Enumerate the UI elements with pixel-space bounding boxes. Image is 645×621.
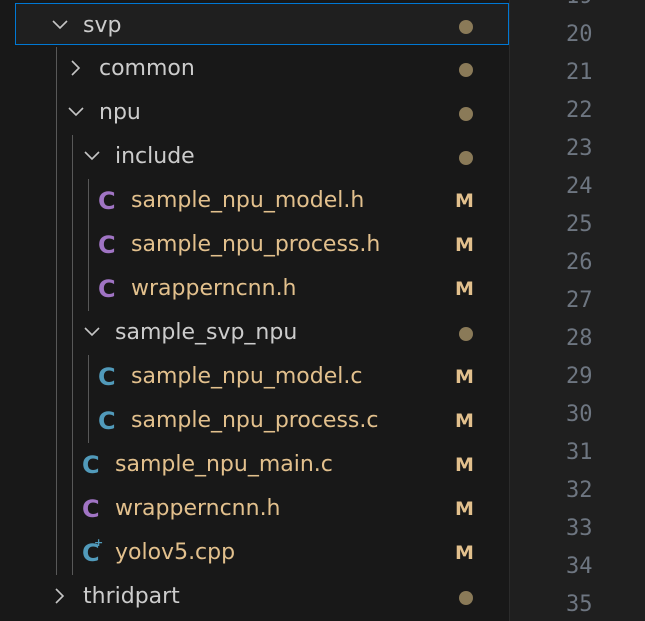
line-number: 23 [566,136,593,161]
chevron-down-icon[interactable] [50,15,70,35]
tree-item-thridpart[interactable]: thridpart [0,575,508,618]
indent-guide [72,135,73,575]
tree-item-wrapperncnn-h[interactable]: Cwrapperncnn.h M [0,267,508,310]
tree-item-npu[interactable]: npu [0,91,508,134]
modified-dot-icon [459,591,473,605]
tree-item-label: sample_npu_model.h [131,188,365,213]
git-modified-badge: M [455,454,474,476]
line-number: 22 [566,98,593,123]
indent-guide [88,355,89,443]
modified-dot-icon [459,63,473,77]
line-number: 24 [566,174,593,199]
c-file-icon: C [98,407,116,435]
tree-item-sample-svp-npu[interactable]: sample_svp_npu [0,311,508,354]
git-modified-badge: M [455,410,474,432]
explorer-tree: svp common npu include Csample_npu_model.h M C… [0,0,510,621]
tree-item-label: common [99,56,195,81]
git-modified-badge: M [455,190,474,212]
git-modified-badge: M [455,542,474,564]
line-number: 21 [566,60,593,85]
tree-item-label: sample_npu_main.c [115,452,333,477]
chevron-down-icon[interactable] [82,322,102,342]
tree-item-label: npu [99,100,141,125]
tree-item-sample-npu-process-c[interactable]: Csample_npu_process.c M [0,399,508,442]
vscode-window: svp common npu include Csample_npu_model.h M C… [0,0,645,621]
tree-item-common[interactable]: common [0,47,508,90]
tree-item-label: wrapperncnn.h [131,276,297,301]
tree-item-label: wrapperncnn.h [115,496,281,521]
c-file-icon: C [82,451,100,479]
git-modified-badge: M [455,498,474,520]
git-modified-badge: M [455,366,474,388]
tree-item-sample-npu-model-c[interactable]: Csample_npu_model.c M [0,355,508,398]
tree-item-label: sample_npu_model.c [131,364,363,389]
tree-item-yolov5-cpp[interactable]: C + yolov5.cpp M [0,531,508,574]
line-number: 31 [566,440,593,465]
c-file-icon: C [98,363,116,391]
tree-item-label: sample_npu_process.h [131,232,381,257]
tree-item-label: thridpart [83,584,180,609]
line-number: 20 [566,22,593,47]
modified-dot-icon [459,107,473,121]
tree-item-label: sample_svp_npu [115,320,298,345]
git-modified-badge: M [455,278,474,300]
line-number: 29 [566,364,593,389]
chevron-down-icon[interactable] [66,102,86,122]
tree-item-sample-npu-process-h[interactable]: Csample_npu_process.h M [0,223,508,266]
line-number: 27 [566,288,593,313]
tree-item-label: yolov5.cpp [115,540,236,565]
line-number: 32 [566,478,593,503]
line-number: 19 [566,0,626,10]
cpp-file-icon: C + [82,536,104,568]
tree-item-wrapperncnn-h[interactable]: Cwrapperncnn.h M [0,487,508,530]
tree-item-include[interactable]: include [0,135,508,178]
modified-dot-icon [459,327,473,341]
indent-guide [56,47,57,575]
tree-item-label: include [115,144,195,169]
line-number: 35 [566,592,593,617]
line-number: 34 [566,554,593,579]
chevron-right-icon[interactable] [50,586,70,606]
tree-item-label: svp [83,13,122,38]
chevron-right-icon[interactable] [66,58,86,78]
line-number: 30 [566,402,593,427]
c-header-icon: C [82,495,100,523]
c-header-icon: C [98,187,116,215]
chevron-down-icon[interactable] [82,146,102,166]
tree-item-svp[interactable]: svp [15,3,509,45]
tree-item-label: sample_npu_process.c [131,408,379,433]
line-number: 26 [566,250,593,275]
indent-guide [88,179,89,311]
c-header-icon: C [98,275,116,303]
modified-dot-icon [459,20,473,34]
line-number: 28 [566,326,593,351]
c-header-icon: C [98,231,116,259]
git-modified-badge: M [455,234,474,256]
line-number: 33 [566,516,593,541]
tree-item-sample-npu-main-c[interactable]: Csample_npu_main.c M [0,443,508,486]
tree-item-sample-npu-model-h[interactable]: Csample_npu_model.h M [0,179,508,222]
line-number: 25 [566,212,593,237]
modified-dot-icon [459,151,473,165]
cpp-plus-icon: + [94,536,104,549]
